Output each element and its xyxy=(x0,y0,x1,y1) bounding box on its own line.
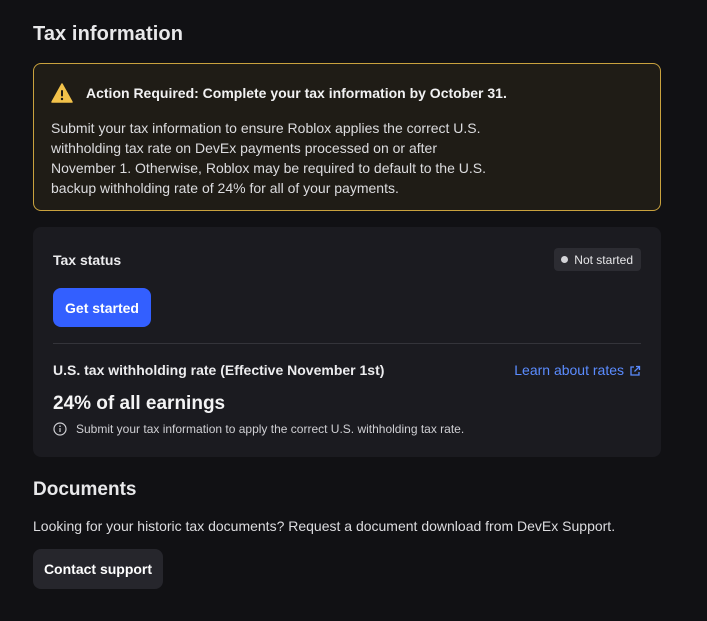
tax-information-page: Tax information Action Required: Complet… xyxy=(0,0,707,621)
withholding-note: Submit your tax information to apply the… xyxy=(53,422,464,436)
contact-support-button[interactable]: Contact support xyxy=(33,549,163,589)
status-badge-text: Not started xyxy=(574,252,633,267)
status-badge: Not started xyxy=(554,248,641,271)
info-icon xyxy=(53,422,67,436)
alert-header: Action Required: Complete your tax infor… xyxy=(51,82,643,104)
warning-triangle-icon xyxy=(51,83,73,103)
documents-title: Documents xyxy=(33,479,137,500)
external-link-icon xyxy=(629,364,641,376)
documents-description: Looking for your historic tax documents?… xyxy=(33,518,616,534)
page-title: Tax information xyxy=(33,23,184,45)
learn-about-rates-link[interactable]: Learn about rates xyxy=(514,362,641,378)
tax-status-card: Tax status Not started Get started U.S. … xyxy=(33,227,661,457)
divider xyxy=(53,343,641,344)
alert-title: Action Required: Complete your tax infor… xyxy=(86,85,507,101)
withholding-note-text: Submit your tax information to apply the… xyxy=(76,422,465,436)
get-started-button[interactable]: Get started xyxy=(53,288,151,327)
tax-status-label: Tax status xyxy=(53,252,122,268)
withholding-rate-label: U.S. tax withholding rate (Effective Nov… xyxy=(53,362,385,378)
withholding-rate-value: 24% of all earnings xyxy=(53,393,226,414)
action-required-alert: Action Required: Complete your tax infor… xyxy=(33,63,661,211)
status-dot-icon xyxy=(561,256,569,263)
alert-body: Submit your tax information to ensure Ro… xyxy=(51,120,486,196)
learn-about-rates-text: Learn about rates xyxy=(514,362,624,378)
